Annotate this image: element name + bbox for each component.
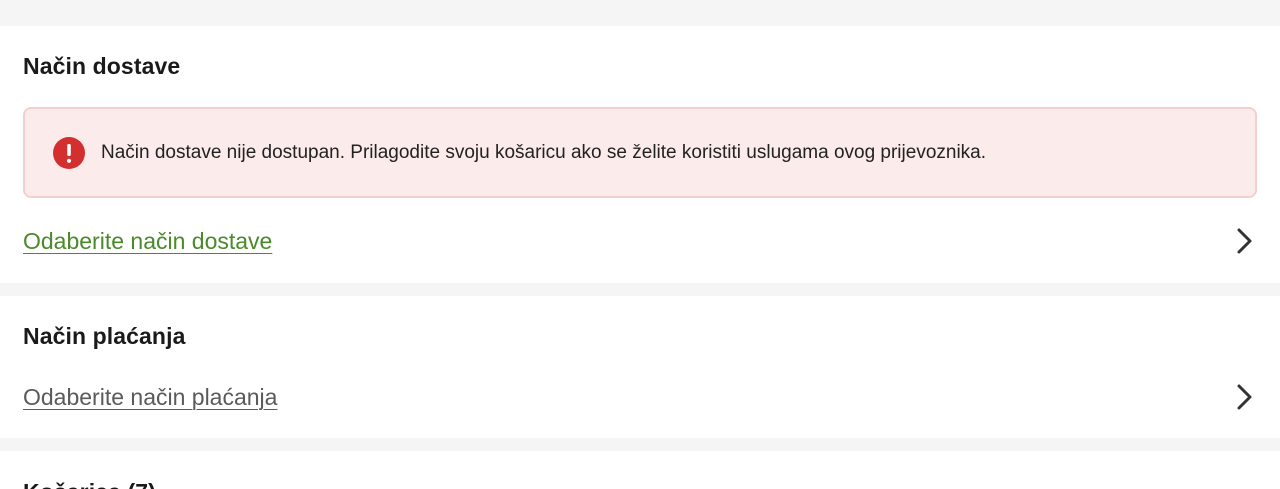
delivery-unavailable-alert: Način dostave nije dostupan. Prilagodite… <box>23 107 1257 198</box>
alert-exclamation-icon <box>53 136 85 169</box>
chevron-right-icon[interactable] <box>1233 221 1257 261</box>
delivery-section: Način dostave Način dostave nije dostupa… <box>0 26 1280 283</box>
select-delivery-method-link[interactable]: Odaberite način dostave <box>23 228 272 255</box>
select-delivery-method-row[interactable]: Odaberite način dostave <box>23 221 1257 261</box>
select-payment-method-row[interactable]: Odaberite način plaćanja <box>23 377 1257 417</box>
delivery-section-title: Način dostave <box>23 53 181 79</box>
payment-section-title: Način plaćanja <box>23 323 186 349</box>
checkout-page: Način dostave Način dostave nije dostupa… <box>0 0 1280 489</box>
cart-section-title: Košarica (7) <box>23 481 156 489</box>
payment-section: Način plaćanja Odaberite način plaćanja <box>0 296 1280 438</box>
cart-section: Košarica (7) <box>0 451 1280 489</box>
select-payment-method-link[interactable]: Odaberite način plaćanja <box>23 384 277 411</box>
chevron-right-icon[interactable] <box>1233 377 1257 417</box>
alert-message: Način dostave nije dostupan. Prilagodite… <box>101 141 987 163</box>
